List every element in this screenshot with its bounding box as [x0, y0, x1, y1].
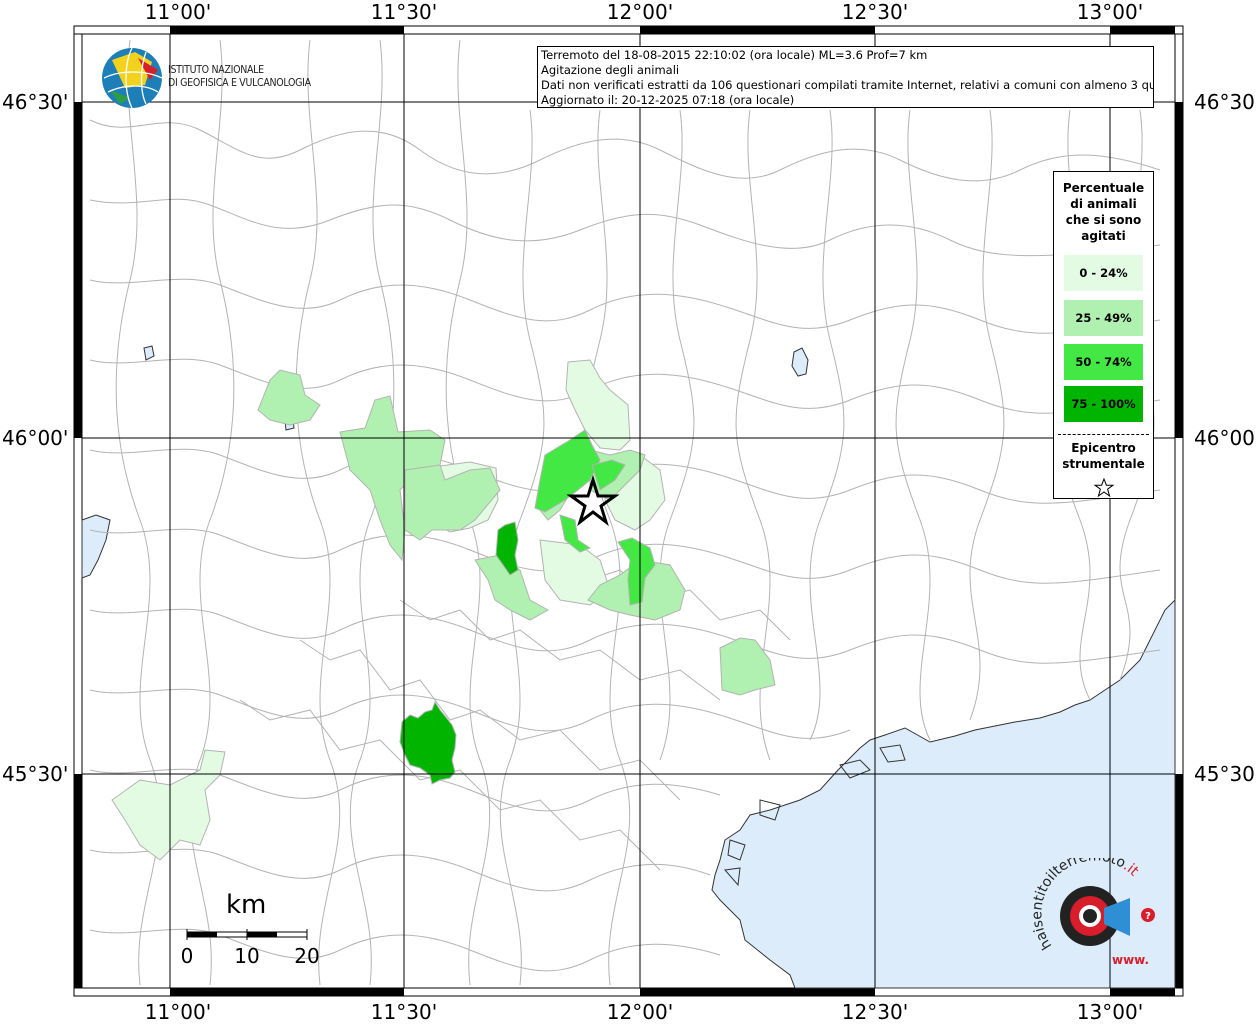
- lat-label-left: 46°30': [2, 90, 69, 114]
- logo-line2: DI GEOFISICA E VULCANOLOGIA: [168, 77, 311, 89]
- info-source: Dati non verificati estratti da 106 ques…: [541, 78, 1154, 92]
- scale-tick: 10: [234, 944, 260, 968]
- scale-unit: km: [226, 890, 267, 920]
- legend-divider: [1058, 434, 1149, 435]
- legend-epicentre-line: strumentale: [1062, 457, 1145, 471]
- legend: Percentuale di animali che si sono agita…: [1053, 171, 1154, 499]
- lon-label-top: 13°00': [1076, 0, 1144, 24]
- lon-label-bottom: 12°30': [841, 1000, 909, 1024]
- lat-label-left: 45°30': [2, 762, 69, 786]
- info-topic: Agitazione degli animali: [541, 63, 680, 77]
- lat-label-right: 45°30': [1194, 762, 1256, 786]
- legend-class-0-24: 0 - 24%: [1064, 255, 1143, 291]
- ingv-globe-icon: [102, 47, 163, 109]
- lon-label-bottom: 12°00': [606, 1000, 674, 1024]
- legend-title: Percentuale di animali che si sono agita…: [1054, 180, 1153, 244]
- scale-tick: 20: [294, 944, 320, 968]
- legend-title-line: di animali: [1070, 197, 1137, 211]
- scale-tick: 0: [180, 944, 194, 968]
- lat-label-left: 46°00': [2, 426, 69, 450]
- legend-epicentre-label: Epicentro strumentale: [1054, 440, 1153, 472]
- lon-label-top: 12°30': [841, 0, 909, 24]
- haisentitoilterremoto-logo: ? haisentitoilterremoto.it www.: [1030, 858, 1155, 967]
- legend-star-icon: [1094, 478, 1114, 498]
- ingv-logo-text: ISTITUTO NAZIONALE DI GEOFISICA E VULCAN…: [168, 64, 311, 90]
- lat-label-right: 46°30': [1194, 90, 1256, 114]
- svg-text:?: ?: [1145, 911, 1151, 922]
- hst-logo-www: www.: [1112, 953, 1149, 967]
- info-event: Terremoto del 18-08-2015 22:10:02 (ora l…: [541, 48, 928, 62]
- lat-label-right: 46°00': [1194, 426, 1256, 450]
- logo-line1: ISTITUTO NAZIONALE: [168, 64, 264, 76]
- lon-label-top: 11°00': [144, 0, 212, 24]
- legend-epicentre-line: Epicentro: [1071, 441, 1136, 455]
- earthquake-info-box: Terremoto del 18-08-2015 22:10:02 (ora l…: [537, 46, 1154, 108]
- lon-label-top: 12°00': [606, 0, 674, 24]
- lon-label-top: 11°30': [370, 0, 438, 24]
- legend-title-line: agitati: [1081, 229, 1126, 243]
- lon-label-bottom: 11°30': [370, 1000, 438, 1024]
- info-updated: Aggiornato il: 20-12-2025 07:18 (ora loc…: [541, 93, 795, 107]
- legend-class-25-49: 25 - 49%: [1064, 300, 1143, 336]
- lon-label-bottom: 11°00': [144, 1000, 212, 1024]
- legend-class-75-100: 75 - 100%: [1064, 386, 1143, 422]
- legend-title-line: che si sono: [1065, 213, 1142, 227]
- lon-label-bottom: 13°00': [1076, 1000, 1144, 1024]
- legend-class-50-74: 50 - 74%: [1064, 344, 1143, 380]
- legend-title-line: Percentuale: [1062, 181, 1145, 195]
